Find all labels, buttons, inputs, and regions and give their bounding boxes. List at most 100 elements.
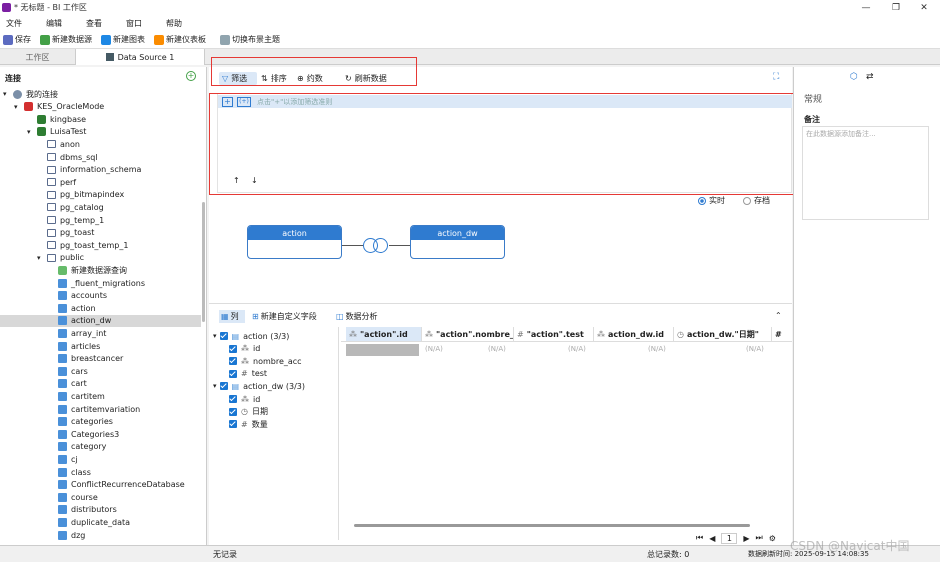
selected-cell[interactable] <box>346 344 419 356</box>
horizontal-scrollbar[interactable] <box>354 524 750 527</box>
stored-mode-radio[interactable]: 存档 <box>743 195 770 206</box>
chevron-down-icon[interactable]: ▾ <box>3 90 13 98</box>
field-item[interactable]: # 数量 <box>229 418 268 430</box>
menu-file[interactable]: 文件 <box>6 18 22 29</box>
tree-item[interactable]: breastcancer <box>0 353 201 365</box>
column-header[interactable]: # <box>772 327 792 341</box>
columns-tab[interactable]: ▦ 列 <box>219 310 245 323</box>
tree-item[interactable]: kingbase <box>0 113 201 125</box>
field-item[interactable]: ◷ 日期 <box>229 406 268 418</box>
tree-item[interactable]: category <box>0 441 201 453</box>
expand-icon[interactable]: ⛶ <box>773 72 779 82</box>
note-textarea[interactable]: 在此数据源添加备注... <box>802 126 929 220</box>
new-datasource-button[interactable]: 新建数据源 <box>40 34 92 45</box>
prev-page-icon[interactable]: ◀ <box>709 534 715 543</box>
tree-item[interactable]: anon <box>0 138 201 150</box>
checkbox[interactable] <box>229 344 237 353</box>
properties-icon[interactable]: ⬡ <box>850 72 858 82</box>
tree-item[interactable]: 新建数据源查询 <box>0 264 201 276</box>
tree-item[interactable]: distributors <box>0 504 201 516</box>
checkbox[interactable] <box>229 369 237 378</box>
field-item[interactable]: ⁂ id <box>229 393 260 405</box>
tree-item[interactable]: cartitem <box>0 390 201 402</box>
field-item[interactable]: ▾ ▤ action (3/3) <box>213 330 289 342</box>
table-node-action-dw[interactable]: action_dw <box>410 225 505 259</box>
close-icon[interactable]: ✕ <box>906 0 940 15</box>
checkbox[interactable] <box>229 420 237 429</box>
tree-scrollbar[interactable] <box>202 202 205 322</box>
collapse-icon[interactable]: ⌃ <box>775 311 782 320</box>
chevron-down-icon[interactable]: ▾ <box>37 254 47 262</box>
tab-workspace[interactable]: 工作区 <box>0 49 75 65</box>
chevron-down-icon[interactable]: ▾ <box>14 103 24 111</box>
column-header[interactable]: ⁂ "action".id <box>346 327 422 341</box>
checkbox[interactable] <box>229 395 237 403</box>
field-item[interactable]: ⁂ id <box>229 343 260 355</box>
splitter[interactable] <box>209 303 792 304</box>
tree-item[interactable]: pg_toast <box>0 227 201 239</box>
note-scroll-up[interactable] <box>930 127 934 131</box>
field-item[interactable]: ▾ ▤ action_dw (3/3) <box>213 380 305 392</box>
swap-icon[interactable]: ⇄ <box>866 72 874 82</box>
tree-item[interactable]: dzg <box>0 529 201 541</box>
tree-item[interactable]: categories <box>0 416 201 428</box>
table-node-action[interactable]: action <box>247 225 342 259</box>
save-button[interactable]: 保存 <box>3 34 31 45</box>
tree-item-selected[interactable]: action_dw <box>0 314 201 327</box>
tree-item[interactable]: class <box>0 466 201 478</box>
tree-item[interactable]: cj <box>0 453 201 465</box>
checkbox[interactable] <box>219 382 228 391</box>
switch-theme-button[interactable]: 切换布景主题 <box>220 34 280 45</box>
tree-item[interactable]: accounts <box>0 290 201 302</box>
add-connection-icon[interactable]: + <box>186 71 196 81</box>
tree-item[interactable]: pg_bitmapindex <box>0 189 201 201</box>
tree-item[interactable]: ▾ LuisaTest <box>0 126 201 138</box>
column-header[interactable]: ⁂"action".nombre_ac <box>422 327 514 341</box>
live-mode-radio[interactable]: 实时 <box>698 195 725 206</box>
tree-item[interactable]: articles <box>0 340 201 352</box>
tree-item[interactable]: ▾ 我的连接 <box>0 88 201 100</box>
field-item[interactable]: ⁂ nombre_acc <box>229 355 302 367</box>
field-item[interactable]: # test <box>229 368 267 380</box>
new-chart-button[interactable]: 新建图表 <box>101 34 145 45</box>
checkbox[interactable] <box>219 332 228 340</box>
last-page-icon[interactable]: ⏭ <box>756 533 763 543</box>
page-number-input[interactable]: 1 <box>721 532 738 544</box>
first-page-icon[interactable]: ⏮ <box>696 533 703 543</box>
tree-item[interactable]: cartitemvariation <box>0 403 201 415</box>
tree-item[interactable]: Categories3 <box>0 428 201 440</box>
chevron-down-icon[interactable]: ▾ <box>27 128 37 136</box>
join-icon[interactable] <box>363 238 389 253</box>
tab-datasource[interactable]: Data Source 1 <box>75 49 205 65</box>
new-field-button[interactable]: ⊞ 新建自定义字段 <box>252 310 317 323</box>
tree-item[interactable]: cars <box>0 365 201 377</box>
tree-item[interactable]: dbms_sql <box>0 151 201 163</box>
tree-item[interactable]: _fluent_migrations <box>0 277 201 289</box>
tree-item[interactable]: duplicate_data <box>0 516 201 528</box>
chevron-down-icon[interactable]: ▾ <box>213 382 217 390</box>
tree-item[interactable]: ▾ public <box>0 252 201 264</box>
tree-item[interactable]: course <box>0 491 201 503</box>
chevron-down-icon[interactable]: ▾ <box>213 332 217 340</box>
tree-item[interactable]: array_int <box>0 327 201 339</box>
checkbox[interactable] <box>229 407 237 416</box>
tree-item[interactable]: action <box>0 302 201 314</box>
column-header[interactable]: # "action".test <box>514 327 594 341</box>
settings-icon[interactable]: ⚙ <box>769 534 776 543</box>
next-page-icon[interactable]: ▶ <box>743 534 749 543</box>
menu-window[interactable]: 窗口 <box>126 18 142 29</box>
column-header[interactable]: ⁂ action_dw.id <box>594 327 674 341</box>
checkbox[interactable] <box>229 357 237 366</box>
analysis-button[interactable]: ◫ 数据分析 <box>336 310 378 323</box>
tree-item[interactable]: pg_catalog <box>0 201 201 213</box>
menu-view[interactable]: 查看 <box>86 18 102 29</box>
tree-item[interactable]: ConflictRecurrenceDatabase <box>0 479 201 491</box>
menu-help[interactable]: 帮助 <box>166 18 182 29</box>
tree-item[interactable]: perf <box>0 176 201 188</box>
tree-item[interactable]: pg_toast_temp_1 <box>0 239 201 251</box>
tree-item[interactable]: information_schema <box>0 164 201 176</box>
tree-item[interactable]: cart <box>0 378 201 390</box>
column-header[interactable]: ◷ action_dw."日期" <box>674 327 772 341</box>
tree-item[interactable]: pg_temp_1 <box>0 214 201 226</box>
tree-item[interactable]: ▾ KES_OracleMode <box>0 101 201 113</box>
